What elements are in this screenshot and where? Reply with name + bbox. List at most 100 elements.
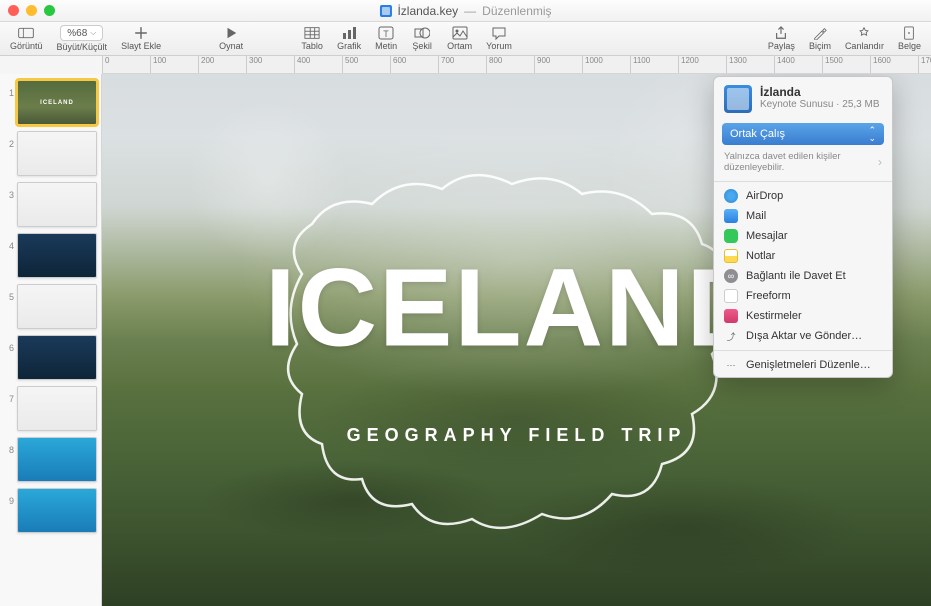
airdrop-icon	[724, 189, 738, 203]
share-freeform[interactable]: Freeform	[714, 286, 892, 306]
document-icon	[379, 5, 391, 17]
slide-navigator[interactable]: 1ICELAND23456789	[0, 74, 102, 606]
slide-thumbnail-row[interactable]: 3	[4, 182, 97, 227]
chart-label: Grafik	[337, 41, 361, 51]
horizontal-ruler: 0100200300400500600700800900100011001200…	[102, 56, 931, 74]
ruler-tick: 1000	[582, 56, 603, 74]
ruler-tick: 0	[102, 56, 109, 74]
mail-icon	[724, 209, 738, 223]
fullscreen-window-button[interactable]	[44, 5, 55, 16]
shape-label: Şekil	[412, 41, 432, 51]
slide-thumbnail[interactable]	[17, 386, 97, 431]
share-mail[interactable]: Mail	[714, 206, 892, 226]
slide-thumbnail-row[interactable]: 5	[4, 284, 97, 329]
share-header: İzlanda Keynote Sunusu · 25,3 MB	[714, 77, 892, 119]
play-label: Oynat	[219, 41, 243, 51]
slide-thumbnail[interactable]	[17, 182, 97, 227]
thumbnail-number: 3	[4, 182, 14, 200]
slide-thumbnail-row[interactable]: 8	[4, 437, 97, 482]
ruler-tick: 1100	[630, 56, 650, 74]
slide-thumbnail[interactable]	[17, 284, 97, 329]
share-mode-select[interactable]: Ortak Çalış ⌃⌄	[722, 123, 884, 145]
slide-thumbnail[interactable]	[17, 131, 97, 176]
messages-icon	[724, 229, 738, 243]
share-messages[interactable]: Mesajlar	[714, 226, 892, 246]
slide-thumbnail[interactable]	[17, 233, 97, 278]
slide-thumbnail[interactable]	[17, 335, 97, 380]
slide-title[interactable]: ICELAND	[265, 245, 768, 372]
share-export-send[interactable]: ⤴Dışa Aktar ve Gönder…	[714, 326, 892, 346]
title-separator: —	[464, 4, 476, 18]
share-invite-link[interactable]: ∞Bağlantı ile Davet Et	[714, 266, 892, 286]
slide-thumbnail[interactable]	[17, 488, 97, 533]
extensions-icon: ⋯	[724, 358, 738, 372]
separator	[714, 181, 892, 182]
ruler-tick: 400	[294, 56, 310, 74]
share-notes[interactable]: Notlar	[714, 246, 892, 266]
play-icon	[220, 26, 242, 40]
format-button[interactable]: Biçim	[809, 26, 831, 51]
shape-icon	[411, 26, 433, 40]
ruler-tick: 1500	[822, 56, 843, 74]
share-permissions-note: Yalnızca davet edilen kişiler düzenleyeb…	[724, 151, 878, 173]
chart-icon	[338, 26, 360, 40]
text-icon: T	[375, 26, 397, 40]
format-label: Biçim	[809, 41, 831, 51]
slide-canvas[interactable]: ICELAND GEOGRAPHY FIELD TRIP İzlanda Key…	[102, 74, 931, 606]
format-icon	[809, 26, 831, 40]
slide-thumbnail[interactable]: ICELAND	[17, 80, 97, 125]
share-shortcuts[interactable]: Kestirmeler	[714, 306, 892, 326]
share-button[interactable]: Paylaş	[768, 26, 795, 51]
zoom-control[interactable]: %68⌵ Büyüt/Küçült	[57, 25, 108, 52]
animate-icon	[853, 26, 875, 40]
view-button[interactable]: Görüntü	[10, 26, 43, 51]
ruler-tick: 200	[198, 56, 214, 74]
slide-thumbnail-row[interactable]: 9	[4, 488, 97, 533]
export-icon: ⤴	[724, 329, 738, 343]
document-button[interactable]: Belge	[898, 26, 921, 51]
traffic-lights	[8, 5, 55, 16]
ruler-tick: 1400	[774, 56, 795, 74]
slide-thumbnail-row[interactable]: 2	[4, 131, 97, 176]
thumbnail-number: 1	[4, 80, 14, 98]
slide-subtitle[interactable]: GEOGRAPHY FIELD TRIP	[347, 425, 687, 446]
shortcuts-icon	[724, 309, 738, 323]
window-title: İzlanda.key — Düzenlenmiş	[379, 4, 551, 18]
table-icon	[301, 26, 323, 40]
slide-thumbnail[interactable]	[17, 437, 97, 482]
thumbnail-number: 2	[4, 131, 14, 149]
text-label: Metin	[375, 41, 397, 51]
ruler-tick: 1600	[870, 56, 891, 74]
comment-label: Yorum	[486, 41, 512, 51]
add-slide-button[interactable]: Slayt Ekle	[121, 26, 161, 51]
window-titlebar: İzlanda.key — Düzenlenmiş	[0, 0, 931, 22]
document-icon	[898, 26, 920, 40]
share-popover: İzlanda Keynote Sunusu · 25,3 MB Ortak Ç…	[713, 76, 893, 378]
table-button[interactable]: Tablo	[301, 26, 323, 51]
separator	[714, 350, 892, 351]
zoom-value[interactable]: %68⌵	[60, 25, 103, 41]
slide-thumbnail-row[interactable]: 7	[4, 386, 97, 431]
media-button[interactable]: Ortam	[447, 26, 472, 51]
share-permissions-row[interactable]: Yalnızca davet edilen kişiler düzenleyeb…	[714, 149, 892, 179]
media-label: Ortam	[447, 41, 472, 51]
comment-button[interactable]: Yorum	[486, 26, 512, 51]
slide-thumbnail-row[interactable]: 6	[4, 335, 97, 380]
text-button[interactable]: T Metin	[375, 26, 397, 51]
animate-button[interactable]: Canlandır	[845, 26, 884, 51]
close-window-button[interactable]	[8, 5, 19, 16]
slide-thumbnail-row[interactable]: 1ICELAND	[4, 80, 97, 125]
slide-thumbnail-row[interactable]: 4	[4, 233, 97, 278]
animate-label: Canlandır	[845, 41, 884, 51]
share-icon	[770, 26, 792, 40]
zoom-label: Büyüt/Küçült	[57, 42, 108, 52]
shape-button[interactable]: Şekil	[411, 26, 433, 51]
chart-button[interactable]: Grafik	[337, 26, 361, 51]
minimize-window-button[interactable]	[26, 5, 37, 16]
share-airdrop[interactable]: AirDrop	[714, 186, 892, 206]
svg-text:T: T	[383, 29, 389, 39]
view-icon	[15, 26, 37, 40]
play-button[interactable]: Oynat	[219, 26, 243, 51]
link-icon: ∞	[724, 269, 738, 283]
share-edit-extensions[interactable]: ⋯Genişletmeleri Düzenle…	[714, 355, 892, 375]
